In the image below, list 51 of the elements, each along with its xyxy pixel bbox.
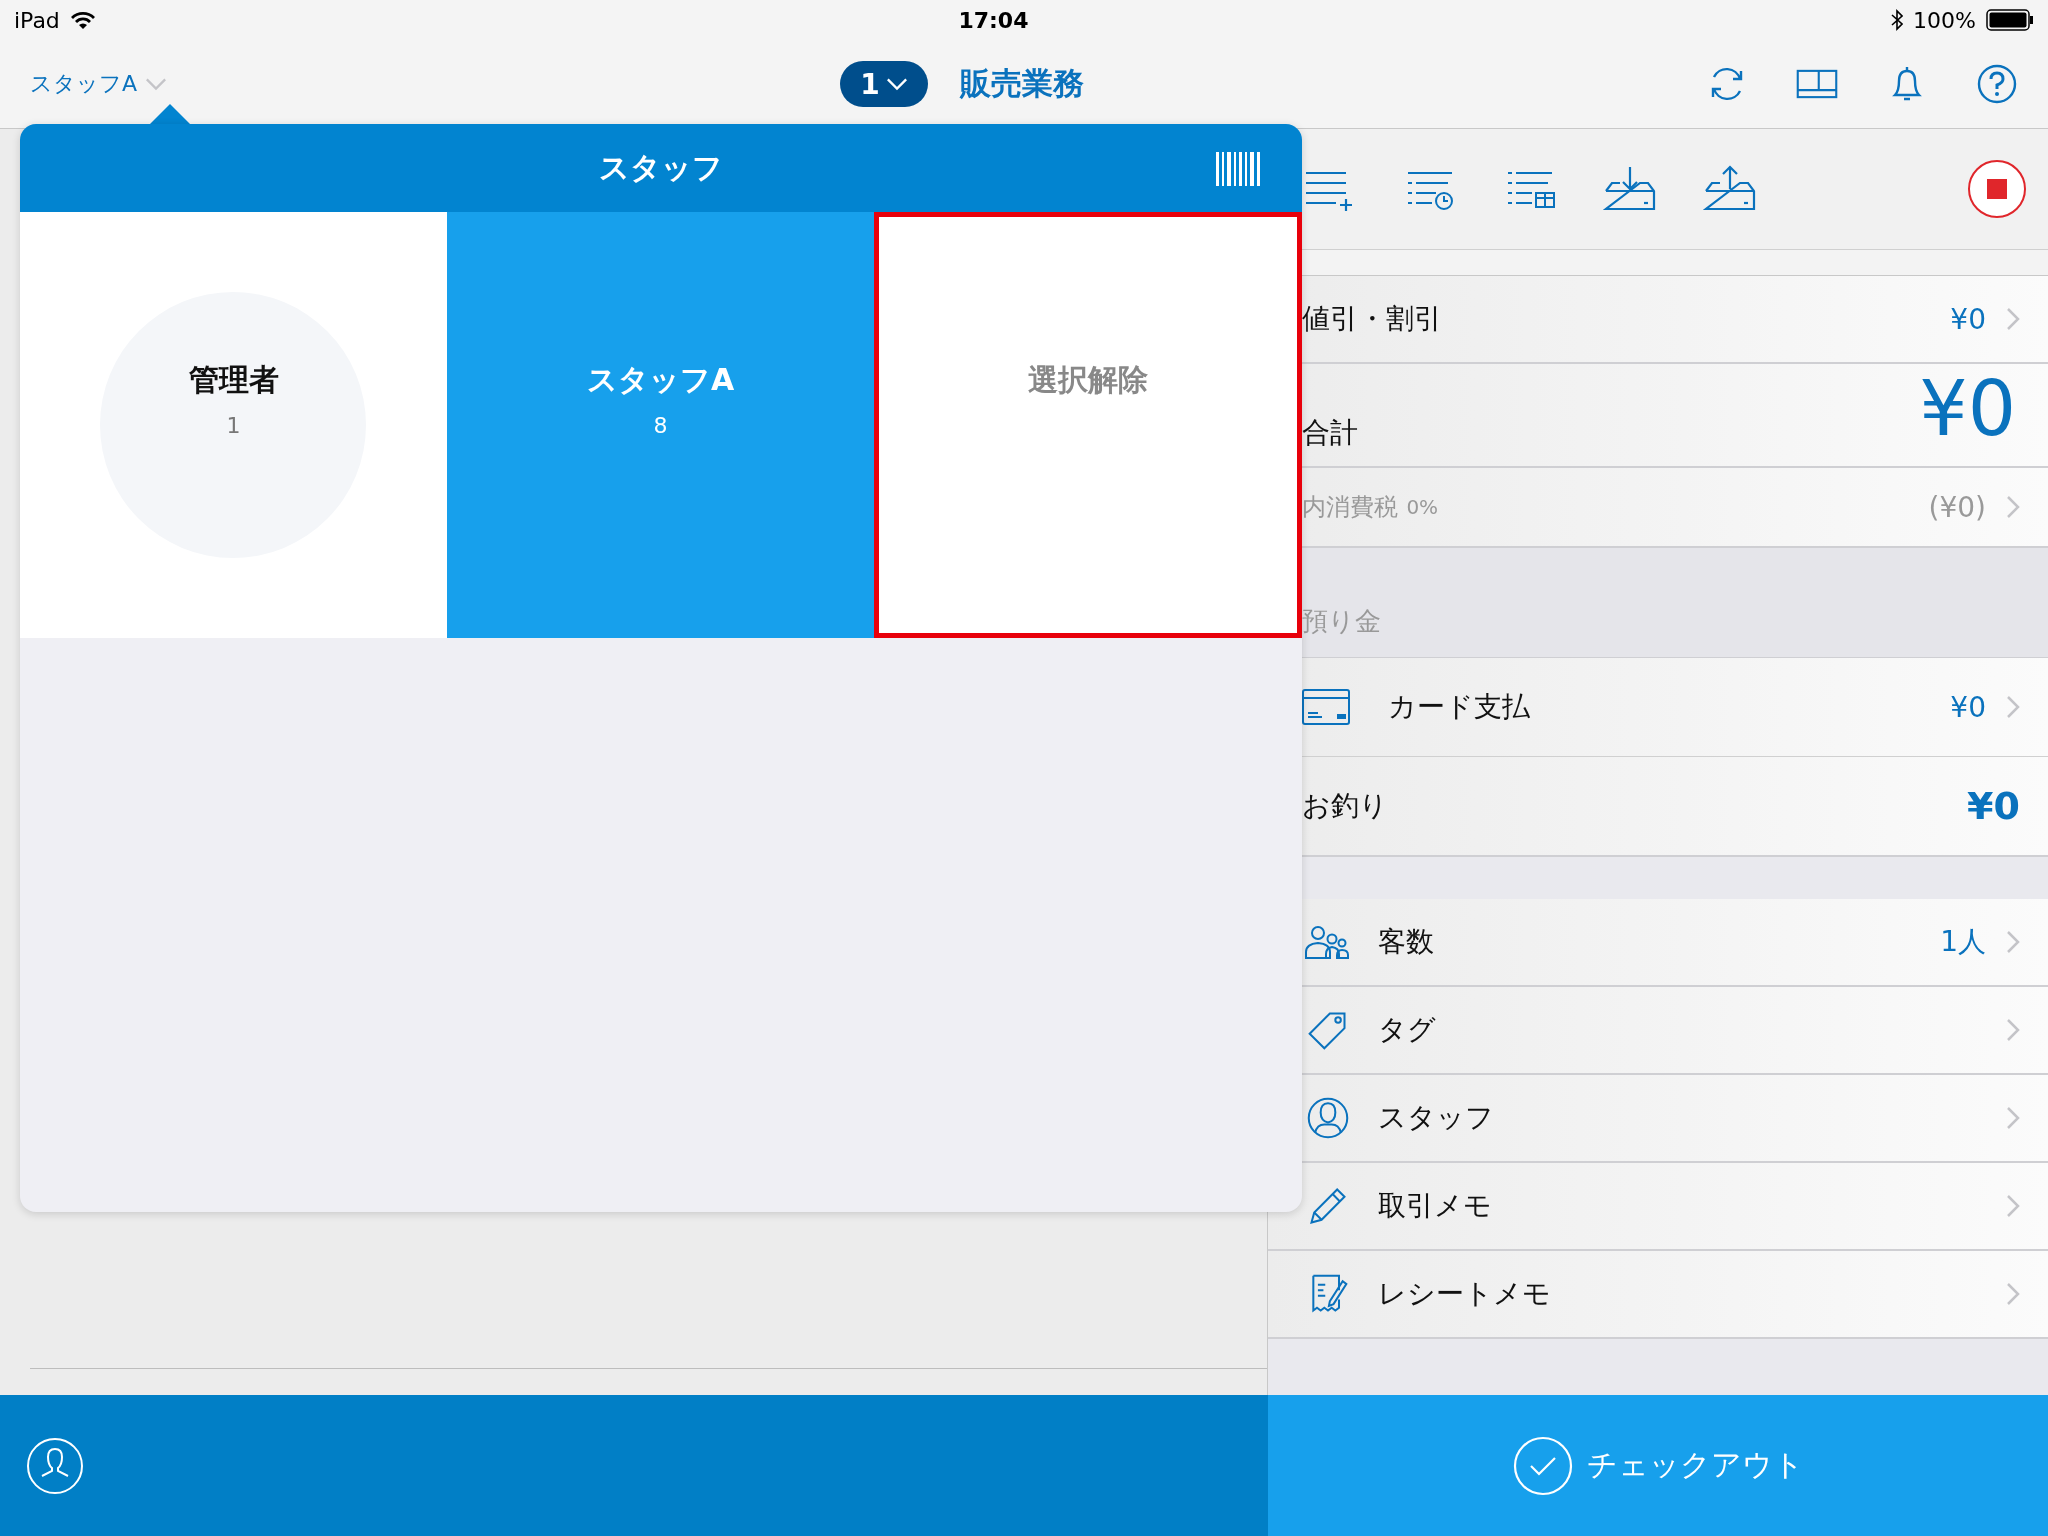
row-value: (¥0) bbox=[1928, 490, 1986, 524]
tax-rate: 0% bbox=[1406, 495, 1439, 519]
staff-count: 8 bbox=[653, 413, 668, 438]
row-value: ¥0 bbox=[1950, 302, 1986, 336]
chevron-icon bbox=[2006, 1106, 2020, 1130]
row-label: 値引・割引 bbox=[1302, 301, 1443, 337]
staff-selector[interactable]: スタッフA bbox=[30, 69, 168, 99]
bluetooth-icon bbox=[1891, 9, 1904, 31]
chevron-icon bbox=[2006, 307, 2020, 331]
row-value: ¥0 bbox=[1950, 690, 1986, 724]
chevron-icon bbox=[2006, 495, 2020, 519]
clear-selection-tile[interactable]: 選択解除 bbox=[874, 212, 1302, 638]
chevron-icon bbox=[2006, 695, 2020, 719]
wifi-icon bbox=[69, 10, 96, 30]
row-label: 内消費税 bbox=[1302, 492, 1399, 523]
chevron-icon bbox=[2006, 1194, 2020, 1218]
page-title: 販売業務 bbox=[960, 64, 1084, 103]
chevron-down-icon bbox=[885, 77, 908, 91]
detail-row[interactable]: 取引メモ bbox=[1268, 1163, 2048, 1251]
barcode-icon[interactable] bbox=[1216, 152, 1262, 186]
chevron-icon bbox=[2006, 930, 2020, 954]
row-label: タグ bbox=[1378, 1012, 1437, 1048]
row-label: お釣り bbox=[1302, 788, 1389, 824]
user-icon[interactable] bbox=[26, 1436, 84, 1495]
row-value: 1人 bbox=[1940, 924, 1986, 960]
chevron-icon bbox=[2006, 1282, 2020, 1306]
row-label: スタッフ bbox=[1378, 1100, 1495, 1136]
chevron-icon bbox=[2006, 1018, 2020, 1042]
stop-button[interactable] bbox=[1968, 160, 2026, 218]
row-label: カード支払 bbox=[1388, 689, 1531, 725]
help-icon[interactable] bbox=[1976, 63, 2018, 105]
check-circle-icon bbox=[1512, 1435, 1573, 1496]
clock: 17:04 bbox=[958, 7, 1029, 33]
row-label: レシートメモ bbox=[1378, 1276, 1552, 1312]
staff-name: 管理者 bbox=[188, 361, 279, 399]
staff-count: 1 bbox=[226, 413, 241, 438]
row-label: 合計 bbox=[1302, 415, 1359, 451]
device-name: iPad bbox=[14, 7, 60, 33]
staff-tile[interactable]: 管理者 1 bbox=[20, 212, 447, 638]
row-label: 取引メモ bbox=[1378, 1188, 1493, 1224]
battery-percent: 100% bbox=[1913, 7, 1976, 33]
row-label: 客数 bbox=[1378, 924, 1435, 960]
card-icon bbox=[1302, 689, 1351, 725]
register-selector[interactable]: 1 bbox=[840, 61, 928, 107]
chevron-down-icon bbox=[145, 77, 168, 91]
detail-row[interactable]: レシートメモ bbox=[1268, 1251, 2048, 1339]
row-value: ¥0 bbox=[1919, 363, 2016, 453]
row-value: ¥0 bbox=[1967, 784, 2020, 828]
battery-icon bbox=[1986, 9, 2034, 31]
staff-name: スタッフA bbox=[586, 361, 735, 399]
popover-title: スタッフ bbox=[599, 148, 723, 187]
